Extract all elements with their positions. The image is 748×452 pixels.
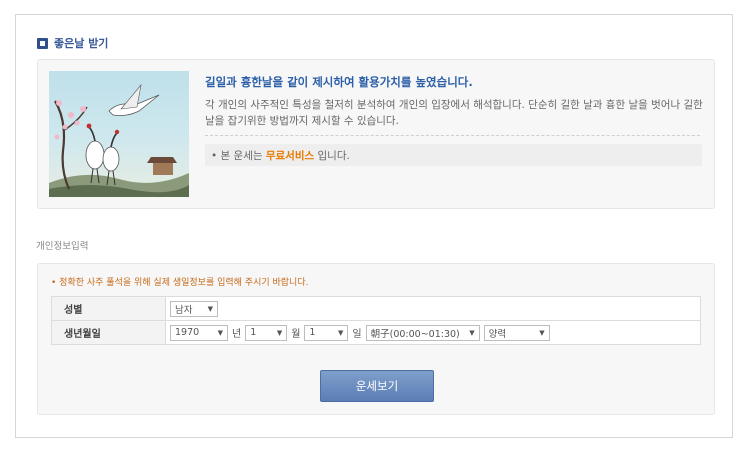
fortune-submit-button[interactable]: 운세보기 bbox=[320, 370, 434, 402]
intro-headline: 길일과 흉한날을 같이 제시하여 활용가치를 높였습니다. bbox=[205, 75, 473, 89]
gender-cell: 남자 ▼ bbox=[165, 296, 701, 321]
month-unit: 월 bbox=[291, 329, 301, 340]
crane-illustration bbox=[49, 71, 189, 197]
gender-select[interactable]: 남자 ▼ bbox=[170, 300, 218, 317]
form-box: • 정확한 사주 풀석을 위해 실제 생일정보를 입력해 주시기 바랍니다. 성… bbox=[37, 263, 715, 415]
section-header: 좋은날 받기 bbox=[37, 35, 108, 51]
calendar-value: 양력 bbox=[488, 328, 507, 340]
chevron-down-icon: ▼ bbox=[217, 328, 223, 337]
service-note: • 본 운세는 무료서비스 입니다. bbox=[205, 144, 702, 166]
day-value: 1 bbox=[309, 327, 316, 338]
year-select[interactable]: 1970 ▼ bbox=[170, 324, 228, 341]
divider bbox=[205, 135, 700, 136]
intro-description: 각 개인의 사주적인 특성을 철저히 분석하여 개인의 입장에서 해석합니다. … bbox=[205, 99, 703, 127]
chevron-down-icon: ▼ bbox=[207, 304, 213, 313]
chevron-down-icon: ▼ bbox=[276, 328, 283, 337]
chevron-down-icon: ▼ bbox=[469, 328, 475, 337]
calendar-select[interactable]: 양력 ▼ bbox=[483, 324, 550, 341]
time-value: 朝子(00:00~01:30) bbox=[370, 328, 460, 340]
day-select[interactable]: 1 ▼ bbox=[304, 324, 349, 341]
service-prefix: • 본 운세는 bbox=[211, 150, 263, 162]
month-select[interactable]: 1 ▼ bbox=[245, 324, 288, 341]
chevron-down-icon: ▼ bbox=[338, 328, 344, 337]
time-select[interactable]: 朝子(00:00~01:30) ▼ bbox=[365, 324, 480, 341]
day-unit: 일 bbox=[352, 329, 362, 340]
form-notice: • 정확한 사주 풀석을 위해 실제 생일정보를 입력해 주시기 바랍니다. bbox=[51, 278, 309, 288]
birth-label: 생년월일 bbox=[51, 320, 166, 345]
form-table: 성별 남자 ▼ 생년월일 1970 ▼ 년 1 ▼ 월 1 ▼ 일 朝子(00:… bbox=[51, 296, 701, 345]
gender-value: 남자 bbox=[175, 304, 193, 316]
month-value: 1 bbox=[250, 327, 257, 338]
gender-label: 성별 bbox=[51, 296, 166, 321]
intro-box: 길일과 흉한날을 같이 제시하여 활용가치를 높였습니다. 각 개인의 사주적인… bbox=[37, 59, 715, 209]
square-bullet-icon bbox=[37, 37, 48, 49]
form-section-label: 개인정보입력 bbox=[36, 241, 89, 252]
section-title: 좋은날 받기 bbox=[54, 37, 109, 50]
birth-row: 생년월일 1970 ▼ 년 1 ▼ 월 1 ▼ 일 朝子(00:00~01:30… bbox=[51, 320, 701, 345]
service-highlight: 무료서비스 bbox=[265, 150, 315, 162]
birth-cell: 1970 ▼ 년 1 ▼ 월 1 ▼ 일 朝子(00:00~01:30) ▼ 양… bbox=[165, 320, 701, 345]
chevron-down-icon: ▼ bbox=[539, 328, 545, 337]
service-suffix: 입니다. bbox=[317, 150, 350, 162]
year-unit: 년 bbox=[232, 329, 242, 340]
gender-row: 성별 남자 ▼ bbox=[51, 296, 701, 321]
year-value: 1970 bbox=[175, 327, 200, 338]
page-panel: 좋은날 받기 길일과 흉한날을 같이 제시하여 활용가치를 높였습니다. 각 개… bbox=[15, 14, 733, 438]
